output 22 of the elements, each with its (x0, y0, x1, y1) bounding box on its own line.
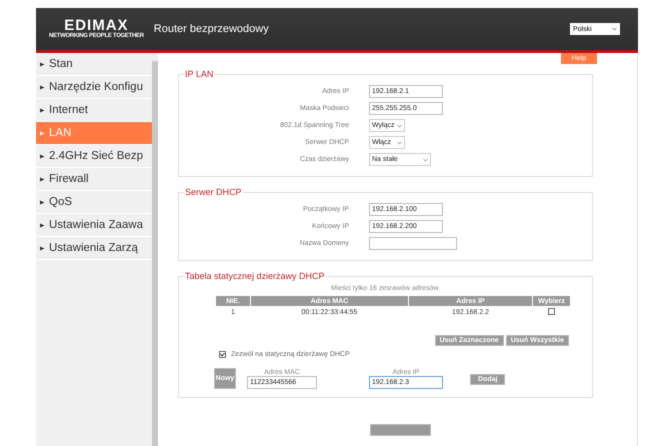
apply-button[interactable] (370, 424, 431, 436)
section-title: Serwer DHCP (184, 187, 243, 197)
caret-icon (397, 124, 402, 128)
caret-icon (612, 27, 617, 31)
arrow-icon (40, 222, 45, 228)
page-title: Router bezprzewodowy (154, 23, 270, 35)
arrow-icon (40, 176, 45, 182)
section-title: IP LAN (184, 69, 214, 79)
arrow-icon (40, 246, 45, 250)
caret-icon (423, 158, 428, 162)
section-title: Tabela statycznej dzierżawy DHCP (184, 271, 326, 281)
scrollbar[interactable] (152, 61, 158, 446)
arrow-icon (40, 130, 45, 136)
checkbox[interactable] (219, 351, 226, 358)
arrow-icon (40, 62, 45, 66)
input-field[interactable] (369, 237, 457, 250)
row-checkbox[interactable] (548, 308, 555, 315)
arrow-icon (40, 200, 45, 204)
caret-icon (397, 140, 402, 144)
arrow-icon (40, 108, 45, 112)
arrow-icon (40, 154, 45, 158)
arrow-icon (40, 84, 45, 90)
